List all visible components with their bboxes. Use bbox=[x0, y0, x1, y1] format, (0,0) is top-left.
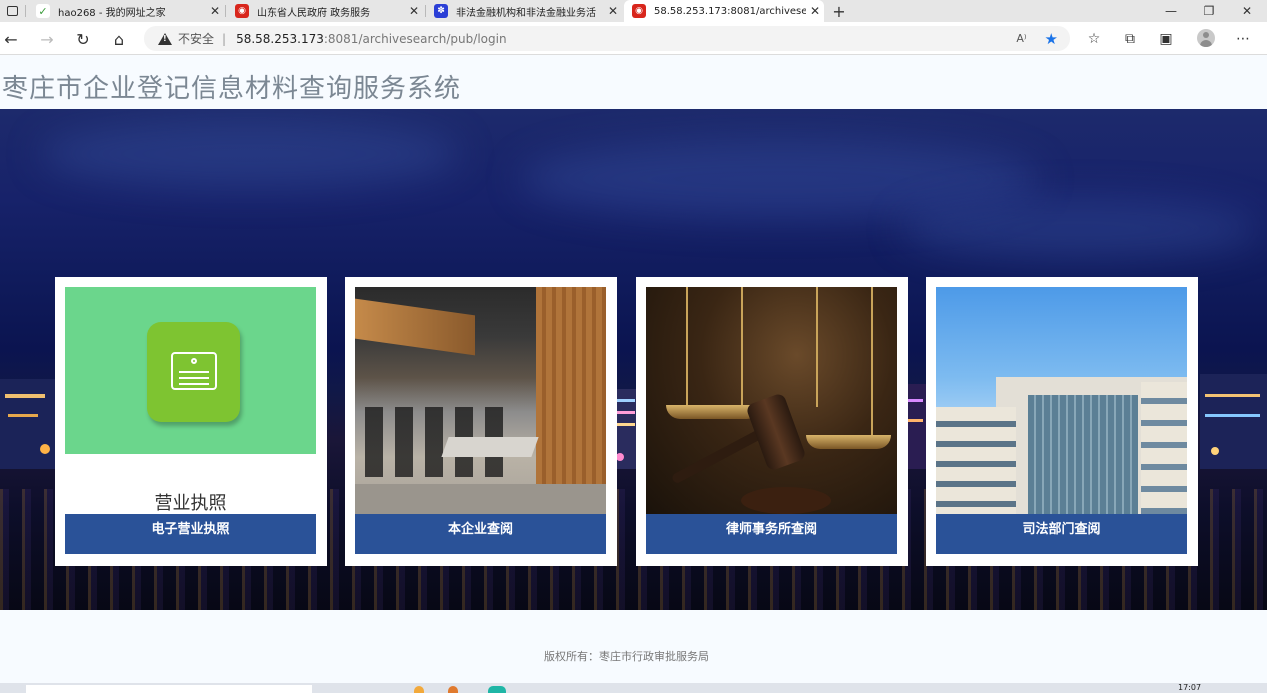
scale-chain bbox=[816, 287, 818, 407]
warning-icon[interactable] bbox=[158, 32, 172, 45]
wood-wall bbox=[536, 287, 606, 514]
id-card-dot bbox=[191, 358, 197, 364]
card-label-band[interactable]: 司法部门查阅 bbox=[936, 514, 1187, 554]
more-menu-icon[interactable]: ⋯ bbox=[1232, 29, 1254, 49]
collections-icon[interactable]: ⧉ bbox=[1119, 29, 1141, 49]
address-separator: | bbox=[222, 31, 227, 46]
address-bar[interactable]: 不安全 | 58.58.253.173:8081/archivesearch/p… bbox=[144, 26, 1070, 51]
browser-toolbar: ← → ↻ ⌂ 不安全 | 58.58.253.173:8081/archive… bbox=[0, 22, 1267, 55]
card-own-enterprise[interactable]: 本企业查阅 bbox=[345, 277, 617, 566]
forward-icon: → bbox=[40, 29, 54, 49]
copyright-text: 版权所有：枣庄市行政审批服务局 bbox=[544, 650, 709, 663]
close-tab-icon[interactable]: ✕ bbox=[604, 4, 622, 18]
taskbar-app-icon[interactable] bbox=[488, 686, 506, 693]
card-e-business-license[interactable]: 营业执照 电子营业执照 bbox=[55, 277, 327, 566]
card-law-firm[interactable]: 律师事务所查阅 bbox=[636, 277, 908, 566]
tab-hao268[interactable]: ✓ hao268 - 我的网址之家 ✕ bbox=[28, 0, 224, 22]
new-tab-button[interactable]: + bbox=[829, 0, 849, 22]
floor bbox=[355, 484, 606, 514]
read-aloud-icon[interactable]: A⁾ bbox=[1016, 32, 1026, 45]
tab-actions-icon bbox=[6, 6, 18, 16]
building-left-wing bbox=[936, 407, 1016, 514]
tab-title: hao268 - 我的网址之家 bbox=[58, 7, 166, 19]
security-label[interactable]: 不安全 bbox=[178, 30, 214, 47]
tab-shandong-gov[interactable]: ◉ 山东省人民政府 政务服务 ✕ bbox=[227, 0, 423, 22]
close-tab-icon[interactable]: ✕ bbox=[206, 4, 224, 18]
tab-illegal-finance[interactable]: ✽ 非法金融机构和非法金融业务活 ✕ bbox=[426, 0, 622, 22]
card-label-band[interactable]: 本企业查阅 bbox=[355, 514, 606, 554]
taskbar-app-icon[interactable] bbox=[414, 686, 424, 693]
gavel-block bbox=[741, 487, 831, 514]
card-label: 本企业查阅 bbox=[447, 522, 513, 537]
close-tab-icon[interactable]: ✕ bbox=[806, 4, 824, 18]
url-path: :8081/archivesearch/pub/login bbox=[323, 31, 507, 46]
back-icon[interactable]: ← bbox=[0, 28, 22, 50]
tab-divider bbox=[225, 5, 226, 17]
profile-avatar[interactable] bbox=[1197, 29, 1215, 47]
url-host: 58.58.253.173 bbox=[236, 31, 324, 46]
page-header: 枣庄市企业登记信息材料查询服务系统 bbox=[0, 56, 1267, 109]
gavel-head bbox=[745, 392, 807, 472]
home-icon[interactable]: ⌂ bbox=[108, 28, 130, 50]
cast-icon[interactable]: ▣ bbox=[1155, 29, 1177, 49]
tab-divider bbox=[25, 5, 26, 17]
reload-icon[interactable]: ↻ bbox=[72, 28, 94, 50]
baidu-paw-icon: ✽ bbox=[434, 4, 448, 18]
sky-cloud bbox=[900, 199, 1260, 259]
government-building-photo bbox=[936, 287, 1187, 514]
tab-strip: ✓ hao268 - 我的网址之家 ✕ ◉ 山东省人民政府 政务服务 ✕ ✽ 非… bbox=[0, 0, 1267, 22]
scale-chain bbox=[871, 287, 873, 437]
gov-emblem-icon: ◉ bbox=[632, 4, 646, 18]
address-bar-actions: A⁾ ★ bbox=[1016, 26, 1070, 51]
business-license-icon bbox=[147, 322, 240, 422]
scales-and-gavel-photo bbox=[646, 287, 897, 514]
card-label: 电子营业执照 bbox=[151, 522, 230, 537]
law-scene bbox=[646, 287, 897, 514]
page-footer: 版权所有：枣庄市行政审批服务局 bbox=[0, 610, 1267, 683]
tab-title: 58.58.253.173:8081/archivesearc bbox=[654, 5, 806, 17]
card-judicial-department[interactable]: 司法部门查阅 bbox=[926, 277, 1198, 566]
minimize-button[interactable]: — bbox=[1152, 0, 1190, 22]
building-scene bbox=[936, 287, 1187, 514]
building-right-wing bbox=[1141, 382, 1187, 514]
office-desk bbox=[441, 437, 539, 457]
office-scene bbox=[355, 287, 606, 514]
close-tab-icon[interactable]: ✕ bbox=[405, 4, 423, 18]
page-title: 枣庄市企业登记信息材料查询服务系统 bbox=[2, 74, 462, 104]
id-card-line bbox=[179, 383, 209, 385]
scale-pan bbox=[806, 435, 891, 449]
taskbar-clock[interactable]: 17:07 bbox=[1178, 683, 1201, 692]
restore-button[interactable]: ❐ bbox=[1190, 0, 1228, 22]
id-card-line bbox=[179, 377, 209, 379]
ceiling-wood bbox=[355, 298, 475, 356]
id-card-line bbox=[179, 371, 209, 373]
os-taskbar: 17:07 bbox=[0, 683, 1267, 693]
favorites-icon[interactable]: ☆ bbox=[1083, 29, 1105, 49]
taskbar-app-icon[interactable] bbox=[448, 686, 458, 693]
gov-emblem-icon: ◉ bbox=[235, 4, 249, 18]
close-window-button[interactable]: ✕ bbox=[1228, 0, 1266, 22]
card-image: 营业执照 bbox=[65, 287, 316, 514]
office-interior-photo bbox=[355, 287, 606, 514]
building-glass bbox=[1028, 395, 1138, 514]
license-caption: 营业执照 bbox=[154, 493, 227, 514]
hao268-icon: ✓ bbox=[36, 4, 50, 18]
scale-chain bbox=[741, 287, 743, 407]
card-label-band[interactable]: 电子营业执照 bbox=[65, 514, 316, 554]
favorite-star-icon[interactable]: ★ bbox=[1045, 30, 1058, 48]
card-label: 司法部门查阅 bbox=[1022, 522, 1101, 537]
scale-chain bbox=[686, 287, 688, 407]
tab-title: 山东省人民政府 政务服务 bbox=[257, 7, 371, 19]
card-label-band[interactable]: 律师事务所查阅 bbox=[646, 514, 897, 554]
tab-title: 非法金融机构和非法金融业务活 bbox=[456, 7, 596, 19]
tab-archivesearch[interactable]: ◉ 58.58.253.173:8081/archivesearc ✕ bbox=[624, 0, 824, 22]
id-card-icon bbox=[171, 352, 217, 390]
tab-actions-button[interactable] bbox=[0, 0, 24, 22]
card-label: 律师事务所查阅 bbox=[725, 522, 817, 537]
sky-cloud bbox=[40, 119, 460, 189]
taskbar-search-box[interactable] bbox=[26, 685, 312, 693]
